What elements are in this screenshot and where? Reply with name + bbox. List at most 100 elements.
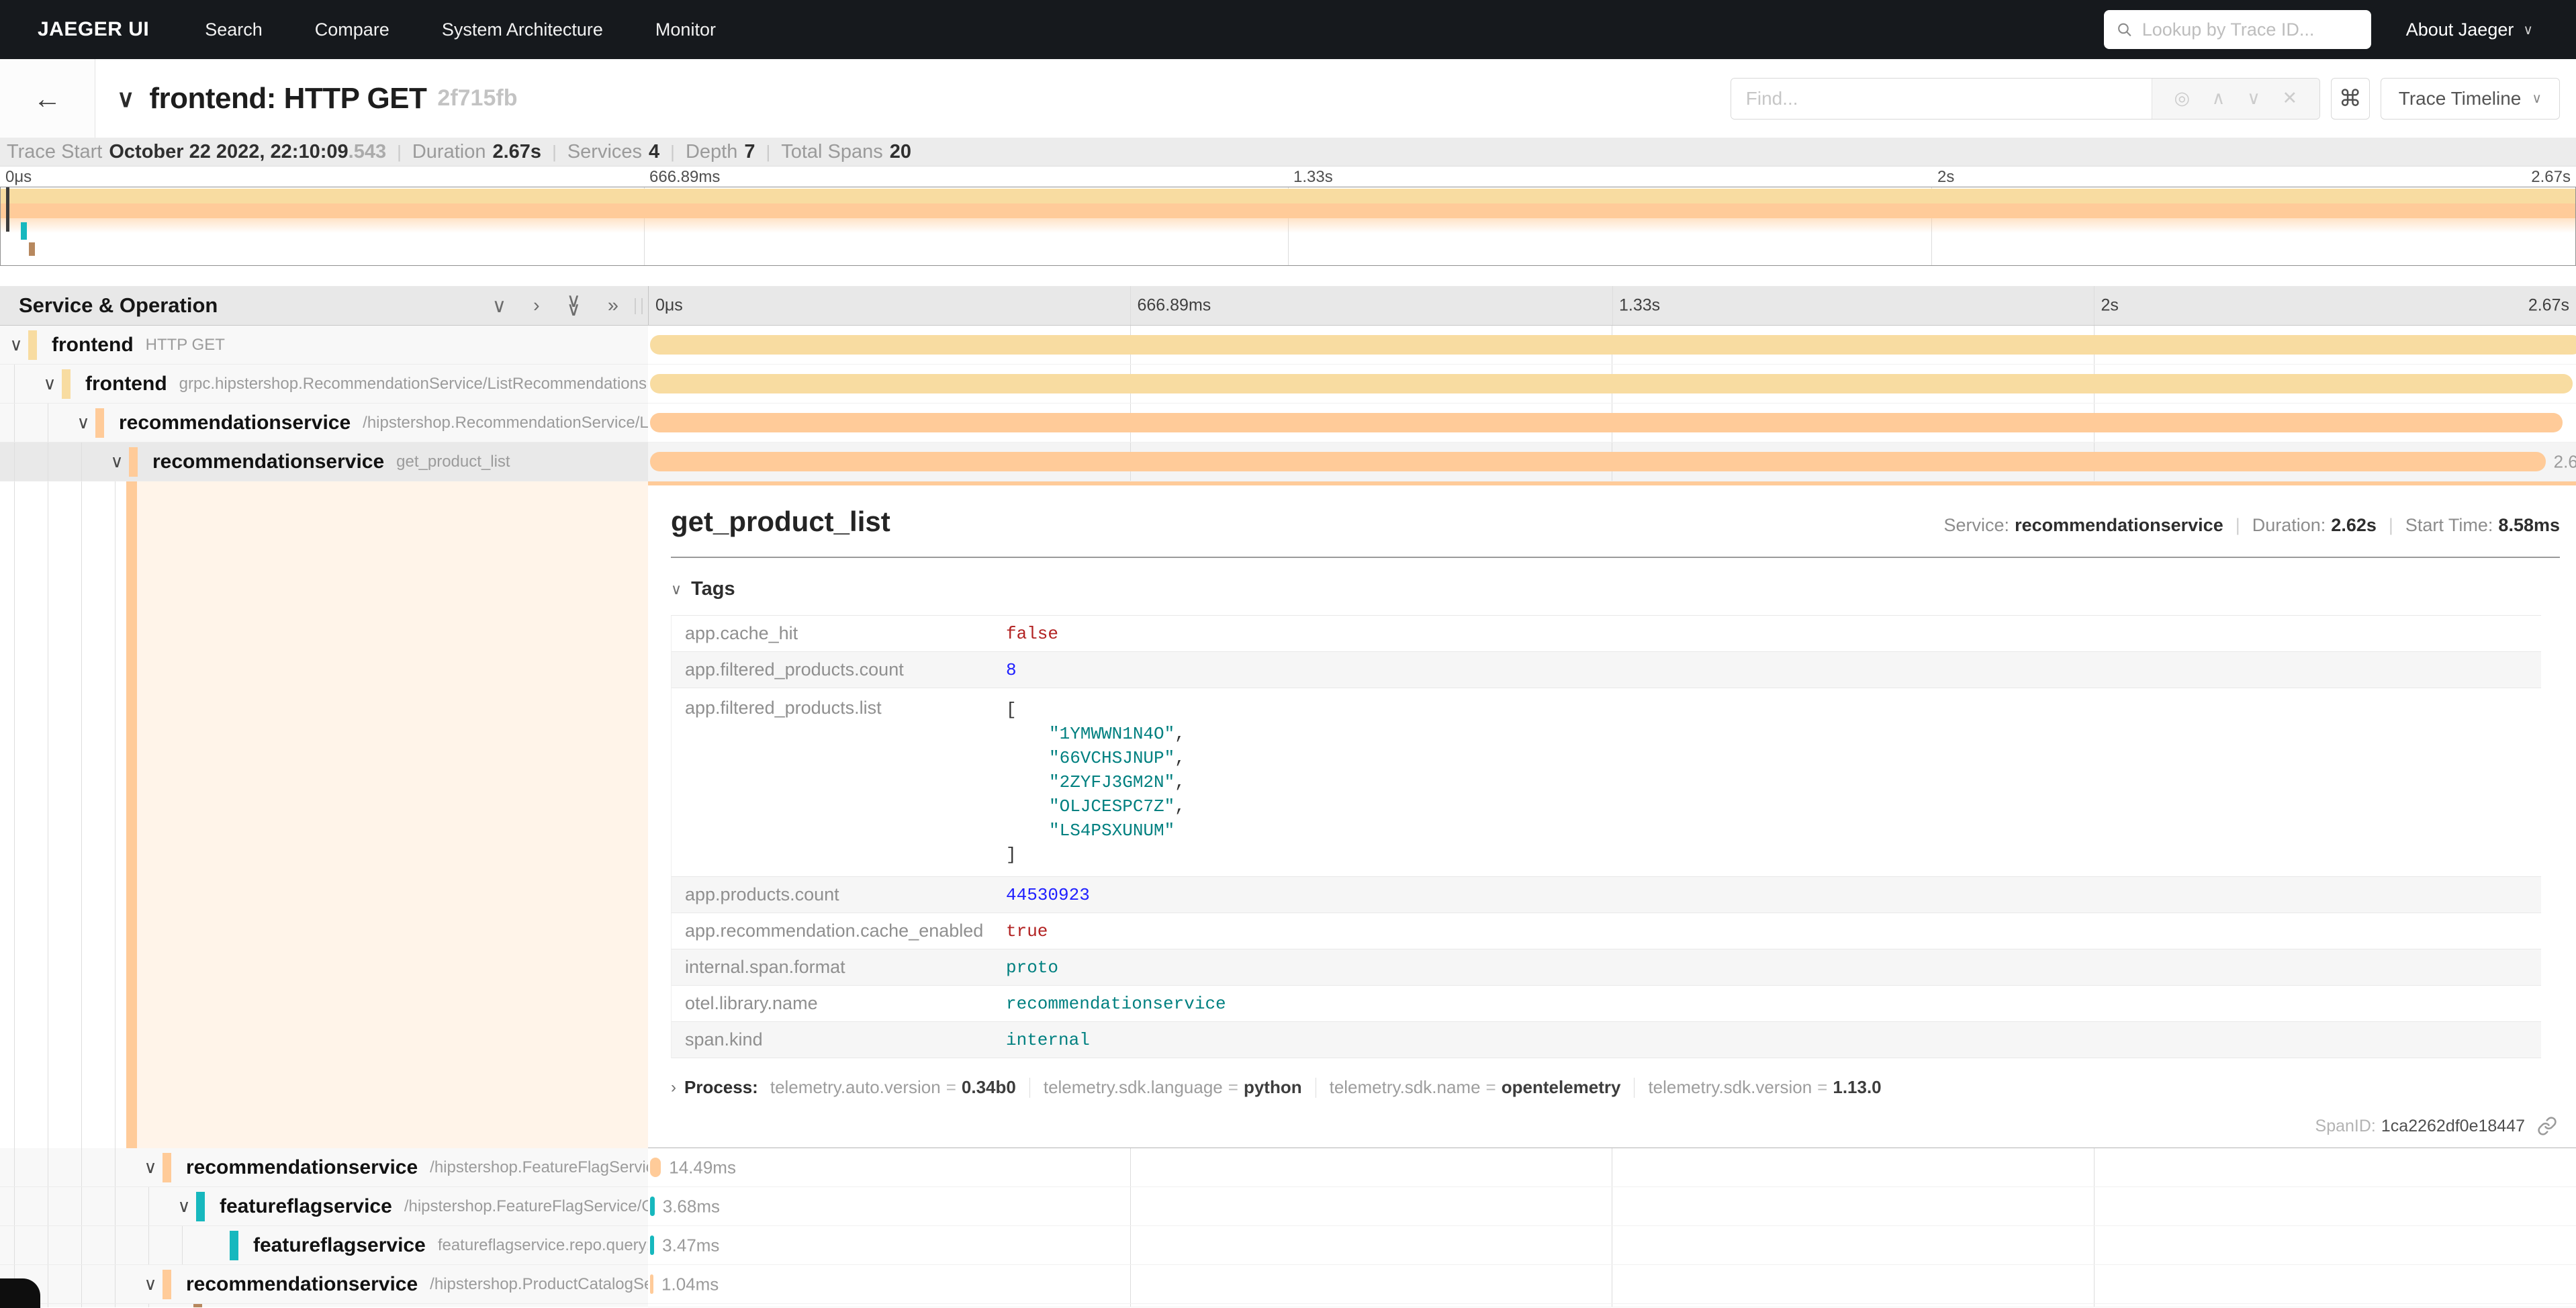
trace-id-search[interactable]: [2104, 10, 2371, 49]
summary-label: Duration: [412, 141, 486, 163]
span-bar[interactable]: [650, 335, 2576, 355]
collapse-one-icon[interactable]: ∨: [492, 294, 506, 318]
span-timeline-cell[interactable]: 3.47ms: [648, 1226, 2576, 1265]
span-name-cell[interactable]: ∨ recommendationservice/hipstershop.Produ…: [0, 1265, 648, 1304]
section-title: Service & Operation: [19, 293, 218, 318]
trace-view-select[interactable]: Trace Timeline ∨: [2381, 78, 2560, 120]
tree-toggle-icon[interactable]: ∨: [105, 451, 129, 472]
span-id-label: SpanID:: [2315, 1117, 2376, 1136]
prev-result-icon[interactable]: ∧: [2212, 88, 2225, 109]
lookup-input[interactable]: [2142, 19, 2359, 40]
span-row[interactable]: featureflagservicefeatureflagservice.rep…: [0, 1226, 2576, 1265]
span-id-value: 1ca2262df0e18447: [2381, 1117, 2525, 1136]
service-name: recommendationservice: [186, 1273, 418, 1296]
span-timeline-cell[interactable]: [648, 326, 2576, 365]
locate-span-icon[interactable]: ◎: [2174, 88, 2190, 109]
span-timeline-cell[interactable]: 1.04ms: [648, 1265, 2576, 1304]
minimap-drag-handle[interactable]: [6, 187, 9, 232]
column-resize-grip[interactable]: [635, 298, 643, 314]
span-name-cell[interactable]: ∨frontendgrpc.hipstershop.Recommendation…: [0, 365, 648, 404]
span-timeline-cell[interactable]: 3.68ms: [648, 1187, 2576, 1226]
clear-search-icon[interactable]: ✕: [2283, 88, 2298, 109]
meta-label: Service:: [1944, 515, 2010, 536]
tree-indent-guide: [14, 481, 15, 1148]
span-timeline-cell[interactable]: [648, 365, 2576, 404]
span-name-cell[interactable]: featureflagservicefeatureflagservice.rep…: [0, 1226, 648, 1265]
keyboard-shortcuts-button[interactable]: ⌘: [2331, 78, 2370, 120]
span-row[interactable]: ∨recommendationservice/hipstershop.Featu…: [0, 1148, 2576, 1187]
trace-minimap[interactable]: [0, 187, 2576, 266]
corner-overlay[interactable]: [0, 1278, 40, 1308]
about-jaeger-menu[interactable]: About Jaeger ∨: [2406, 19, 2533, 40]
divider: |: [2236, 515, 2240, 536]
span-bar[interactable]: [650, 413, 2563, 432]
summary-value: 20: [890, 141, 911, 163]
span-row[interactable]: ∨ recommendationservice/hipstershop.Produ…: [0, 1265, 2576, 1304]
tree-indent-guide: [115, 1226, 116, 1264]
nav-item-system-architecture[interactable]: System Architecture: [416, 19, 629, 40]
tag-row[interactable]: app.recommendation.cache_enabledtrue: [672, 913, 2541, 949]
expand-one-icon[interactable]: ›: [533, 295, 540, 317]
trace-toolbar: ← ∨ frontend: HTTP GET 2f715fb ◎ ∧ ∨ ✕ ⌘ Tr…: [0, 59, 2576, 138]
tag-row[interactable]: span.kindinternal: [672, 1022, 2541, 1058]
tag-row[interactable]: otel.library.namerecommendationservice: [672, 986, 2541, 1022]
span-name-cell[interactable]: ∨featureflagservice/hipstershop.FeatureF…: [0, 1187, 648, 1226]
nav-item-search[interactable]: Search: [179, 19, 289, 40]
summary-item: Total Spans20: [781, 141, 911, 163]
next-result-icon[interactable]: ∨: [2247, 88, 2260, 109]
collapse-chevron-icon[interactable]: ∨: [117, 85, 134, 113]
tags-accordion-toggle[interactable]: ∨ Tags: [671, 578, 2560, 600]
operation-name: grpc.hipstershop.RecommendationService/L…: [179, 375, 647, 393]
span-row[interactable]: ∨recommendationservice/hipstershop.Recom…: [0, 404, 2576, 442]
span-timeline-cell[interactable]: 2.62s: [648, 442, 2576, 481]
span-bar[interactable]: [650, 1197, 654, 1216]
find-group: ◎ ∧ ∨ ✕: [1731, 78, 2320, 120]
tag-row[interactable]: app.cache_hitfalse: [672, 616, 2541, 652]
nav-item-monitor[interactable]: Monitor: [629, 19, 742, 40]
span-name-cell[interactable]: ∨recommendationservice/hipstershop.Featu…: [0, 1148, 648, 1187]
nav-item-compare[interactable]: Compare: [289, 19, 416, 40]
span-bar[interactable]: [650, 1274, 653, 1294]
chevron-down-icon: ∨: [2523, 21, 2533, 38]
span-name-cell[interactable]: ∨recommendationservice/hipstershop.Recom…: [0, 404, 648, 442]
meta-value: recommendationservice: [2015, 515, 2223, 536]
collapse-all-icon[interactable]: ∨∨: [567, 297, 581, 314]
back-button[interactable]: ←: [0, 59, 95, 138]
tree-toggle-icon[interactable]: ∨: [138, 1157, 163, 1178]
span-bar[interactable]: [650, 452, 2545, 471]
toolbar-controls: ◎ ∧ ∨ ✕ ⌘ Trace Timeline ∨: [1731, 78, 2576, 120]
tree-toggle-icon[interactable]: ∨: [4, 334, 28, 355]
span-row[interactable]: ∨featureflagservice/hipstershop.FeatureF…: [0, 1187, 2576, 1226]
link-icon[interactable]: [2537, 1116, 2557, 1136]
tag-row[interactable]: internal.span.formatproto: [672, 949, 2541, 986]
find-input[interactable]: [1731, 79, 2152, 119]
tree-toggle-icon[interactable]: ∨: [71, 412, 95, 433]
trace-title-group[interactable]: ∨ frontend: HTTP GET 2f715fb: [117, 82, 517, 115]
tree-toggle-icon[interactable]: ∨: [172, 1196, 196, 1217]
operation-name: /hipstershop.ProductCatalogSer...: [430, 1275, 648, 1294]
span-bar[interactable]: [650, 1158, 661, 1177]
tree-toggle-icon[interactable]: ∨: [38, 373, 62, 394]
span-row[interactable]: ∨recommendationserviceget_product_list2.…: [0, 442, 2576, 481]
process-line[interactable]: ›Process:telemetry.auto.version=0.34b0te…: [671, 1077, 2560, 1098]
tag-row[interactable]: app.filtered_products.list["1YMWWN1N4O",…: [672, 688, 2541, 877]
tree-toggle-icon[interactable]: ∨: [138, 1274, 163, 1295]
span-timeline-cell[interactable]: 14.49ms: [648, 1148, 2576, 1187]
span-timeline-cell[interactable]: [648, 404, 2576, 442]
expand-all-icon[interactable]: »: [608, 295, 618, 317]
span-name-cell[interactable]: ∨frontendHTTP GET: [0, 326, 648, 365]
divider: |: [2389, 515, 2393, 536]
span-bar[interactable]: [650, 374, 2572, 393]
tag-row[interactable]: app.products.count44530923: [672, 877, 2541, 913]
span-row[interactable]: ∨frontendgrpc.hipstershop.Recommendation…: [0, 365, 2576, 404]
span-bar[interactable]: [650, 1235, 654, 1255]
tags-table: app.cache_hitfalseapp.filtered_products.…: [671, 615, 2541, 1058]
span-name-cell[interactable]: ∨recommendationserviceget_product_list: [0, 442, 648, 481]
tag-row[interactable]: app.filtered_products.count8: [672, 652, 2541, 688]
span-row[interactable]: ∨frontendHTTP GET: [0, 326, 2576, 365]
tree-indent-guide: [115, 1187, 116, 1225]
tag-value: 44530923: [1006, 885, 1090, 905]
nav-menu: SearchCompareSystem ArchitectureMonitor: [179, 19, 742, 40]
jaeger-logo[interactable]: JAEGER UI: [38, 18, 149, 41]
service-color-strip: [193, 1304, 202, 1307]
